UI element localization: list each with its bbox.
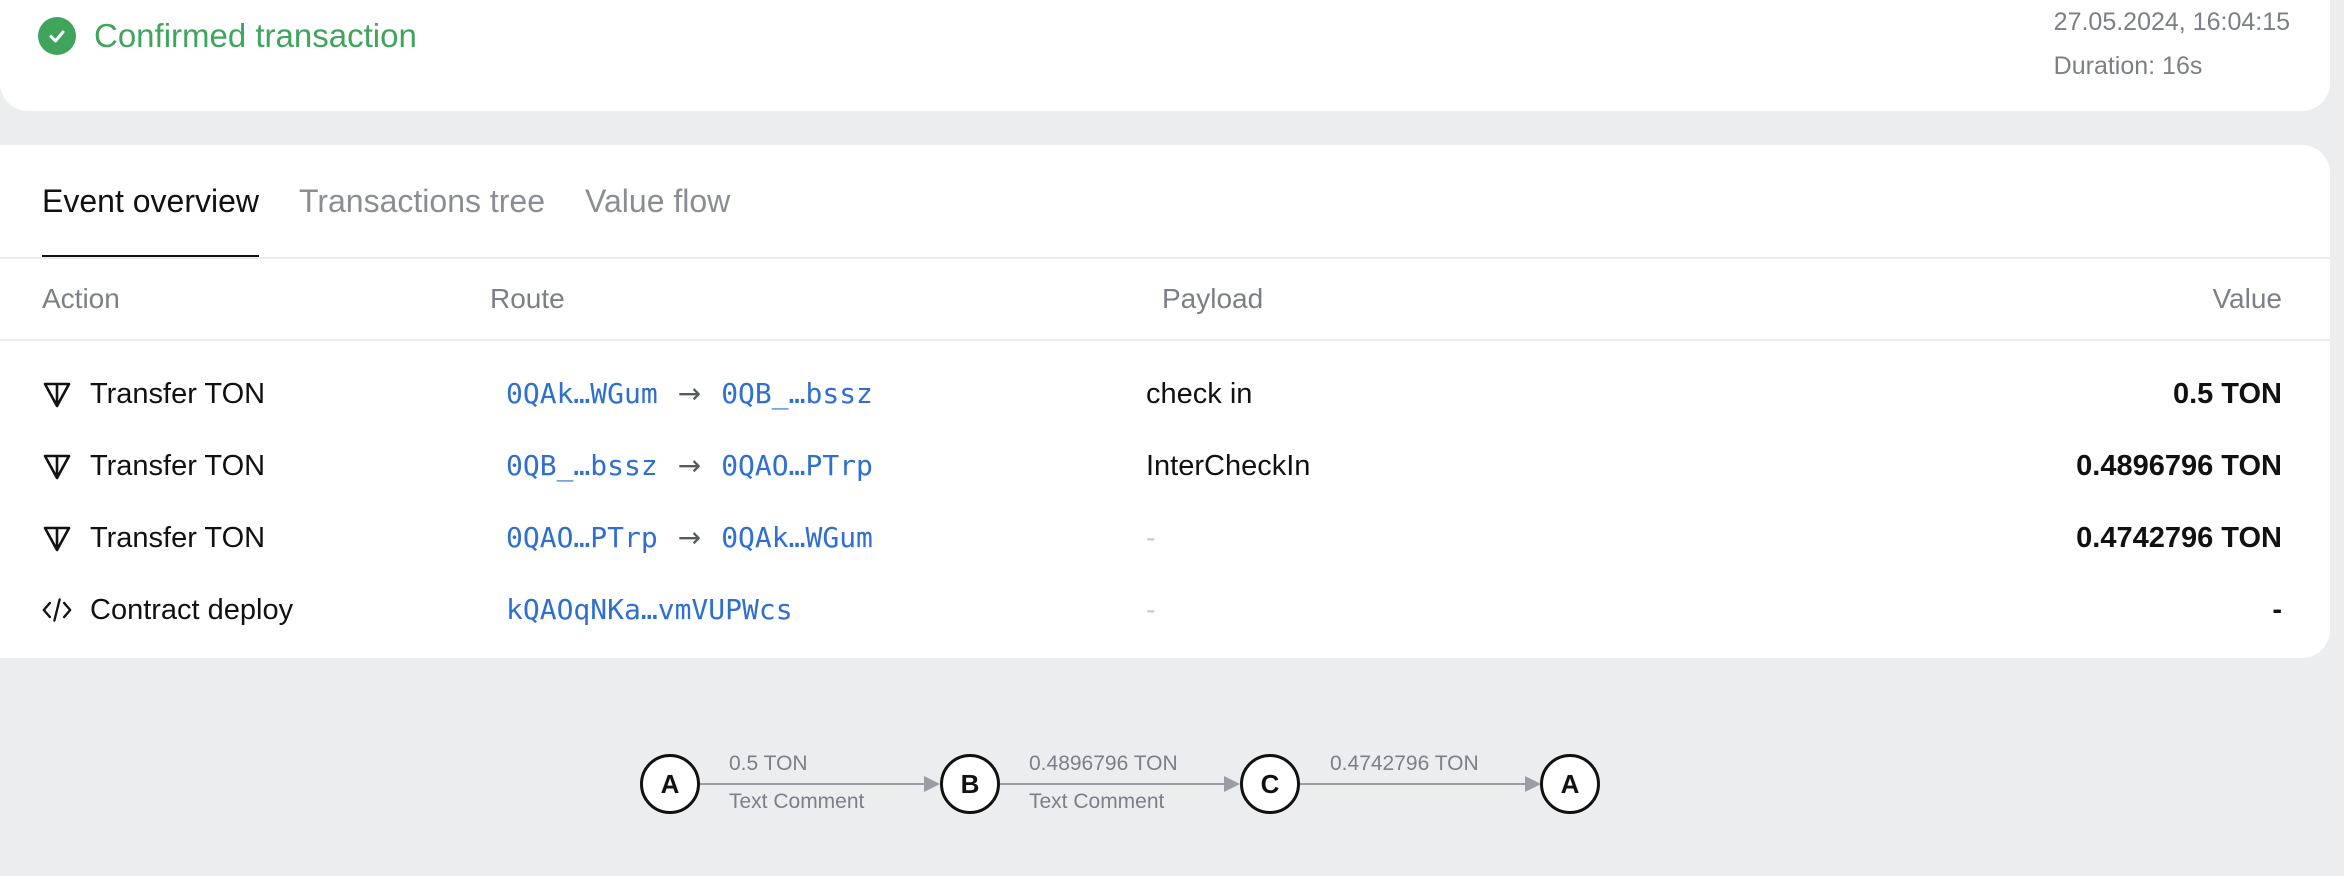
action-cell: Transfer TON	[42, 502, 265, 574]
value-cell: 0.4742796 TON	[2076, 522, 2282, 554]
route-cell: 0QAO…PTrp → 0QAk…WGum	[506, 502, 873, 574]
route-cell: 0QB_…bssz → 0QAO…PTrp	[506, 430, 873, 502]
action-label: Transfer TON	[90, 378, 266, 410]
table-header: Action Route Payload Value	[0, 259, 2330, 341]
action-label: Transfer TON	[90, 522, 266, 554]
table-row: Transfer TON 0QAO…PTrp → 0QAk…WGum - 0.4…	[0, 502, 2330, 574]
tab-event-overview[interactable]: Event overview	[42, 145, 259, 259]
status-meta: 27.05.2024, 16:04:15 Duration: 16s	[2054, 0, 2290, 88]
edge-comment: Text Comment	[729, 790, 865, 813]
route-to-address[interactable]: 0QB_…bssz	[721, 358, 873, 430]
header-action: Action	[42, 283, 120, 314]
tab-value-flow[interactable]: Value flow	[585, 145, 730, 257]
payload-cell: check in	[1146, 378, 1253, 410]
action-cell: Transfer TON	[42, 358, 265, 430]
table-row: Transfer TON 0QAk…WGum → 0QB_…bssz check…	[0, 358, 2330, 430]
route-from-address[interactable]: 0QB_…bssz	[506, 430, 658, 502]
route-to-address[interactable]: 0QAO…PTrp	[721, 430, 873, 502]
header-value: Value	[2212, 283, 2282, 314]
route-from-address[interactable]: 0QAO…PTrp	[506, 502, 658, 574]
route-cell: 0QAk…WGum → 0QB_…bssz	[506, 358, 873, 430]
table-row: Contract deploy kQAOqNKa…vmVUPWcs - -	[0, 574, 2330, 646]
arrow-right-icon: →	[677, 449, 702, 482]
status-indicator: Confirmed transaction	[38, 17, 417, 55]
flow-node-c[interactable]: C	[1240, 754, 1300, 814]
tab-transactions-tree[interactable]: Transactions tree	[299, 145, 545, 257]
flow-node-a-end[interactable]: A	[1540, 754, 1600, 814]
flow-node-a[interactable]: A	[640, 754, 700, 814]
check-circle-icon	[38, 17, 76, 55]
event-card: Event overview Transactions tree Value f…	[0, 145, 2330, 658]
table-row: Transfer TON 0QB_…bssz → 0QAO…PTrp Inter…	[0, 430, 2330, 502]
route-cell: kQAOqNKa…vmVUPWcs	[506, 574, 793, 646]
flow-node-b[interactable]: B	[940, 754, 1000, 814]
value-cell: -	[2272, 594, 2282, 626]
header-payload: Payload	[1162, 283, 1264, 314]
action-label: Transfer TON	[90, 450, 266, 482]
ton-diamond-icon	[42, 451, 72, 481]
value-cell: 0.5 TON	[2172, 378, 2282, 410]
action-cell: Transfer TON	[42, 430, 265, 502]
edge-amount: 0.4896796 TON	[1029, 752, 1178, 775]
action-label: Contract deploy	[90, 594, 294, 626]
contract-address[interactable]: kQAOqNKa…vmVUPWcs	[506, 574, 793, 646]
transaction-duration: Duration: 16s	[2053, 52, 2203, 80]
ton-diamond-icon	[42, 523, 72, 553]
payload-cell: -	[1146, 522, 1156, 554]
header-route: Route	[490, 283, 565, 314]
event-rows: Transfer TON 0QAk…WGum → 0QB_…bssz check…	[0, 358, 2330, 646]
edge-amount: 0.4742796 TON	[1330, 752, 1479, 775]
payload-cell: InterCheckIn	[1146, 450, 1311, 482]
ton-diamond-icon	[42, 379, 72, 409]
tab-bar: Event overview Transactions tree Value f…	[42, 145, 770, 259]
status-label: Confirmed transaction	[94, 17, 417, 54]
transaction-status-card: Confirmed transaction 27.05.2024, 16:04:…	[0, 0, 2330, 111]
transaction-datetime: 27.05.2024, 16:04:15	[2053, 8, 2290, 36]
code-icon	[42, 595, 72, 625]
edge-comment: Text Comment	[1029, 790, 1165, 813]
value-cell: 0.4896796 TON	[2076, 450, 2282, 482]
arrow-right-icon: →	[677, 377, 702, 410]
payload-cell: -	[1146, 594, 1156, 626]
edge-amount: 0.5 TON	[729, 752, 808, 775]
value-flow-diagram: A B C A 0.5 TON Text Comment 0.4896796 T…	[0, 740, 2344, 830]
arrow-right-icon: →	[677, 521, 702, 554]
route-from-address[interactable]: 0QAk…WGum	[506, 358, 658, 430]
route-to-address[interactable]: 0QAk…WGum	[721, 502, 873, 574]
action-cell: Contract deploy	[42, 574, 293, 646]
